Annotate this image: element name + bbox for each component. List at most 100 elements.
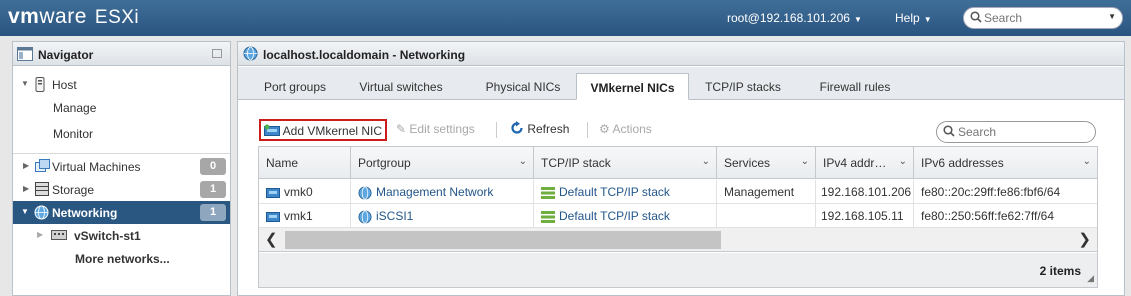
logo-ware-text: ware xyxy=(39,5,87,28)
column-label: Services xyxy=(724,156,771,170)
count-badge: 1 xyxy=(200,204,226,221)
column-header-services[interactable]: Services ⌄ xyxy=(717,147,816,179)
chevron-down-icon[interactable]: ▼ xyxy=(1108,12,1116,21)
tab-bar: Port groups Virtual switches Physical NI… xyxy=(238,67,1124,100)
nav-item-monitor[interactable]: Monitor xyxy=(13,122,230,145)
nav-item-label: Networking xyxy=(52,206,118,220)
chevron-down-icon[interactable]: ⌄ xyxy=(702,156,710,167)
column-label: IPv4 addr… xyxy=(823,156,887,170)
nav-item-more-networks[interactable]: More networks... xyxy=(13,247,230,270)
main-panel: localhost.localdomain - Networking Port … xyxy=(237,41,1125,296)
logo-vm-text: vm xyxy=(8,5,40,28)
nav-item-host[interactable]: ▼ Host xyxy=(13,73,230,96)
vmkernel-nics-table: Name Portgroup ⌄ TCP/IP stack ⌄ Services… xyxy=(258,146,1098,288)
tcpip-stack-link[interactable]: Default TCP/IP stack xyxy=(559,209,670,223)
ipv4-value: 192.168.105.11 xyxy=(821,209,904,223)
refresh-icon xyxy=(511,121,523,134)
expand-down-icon[interactable]: ▼ xyxy=(21,207,29,216)
scroll-right-icon[interactable]: ❯ xyxy=(1078,230,1091,248)
vmkernel-nic-icon xyxy=(266,211,280,222)
horizontal-scrollbar[interactable]: ❮ ❯ xyxy=(259,228,1097,252)
nic-name: vmk0 xyxy=(284,185,313,199)
navigator-header: Navigator xyxy=(13,42,230,66)
networking-icon xyxy=(34,205,49,220)
nav-item-label: Virtual Machines xyxy=(52,160,141,174)
add-vmkernel-nic-button[interactable]: Add VMkernel NIC xyxy=(259,119,388,141)
virtual-machines-icon xyxy=(35,159,50,172)
nav-item-label: Manage xyxy=(53,101,97,115)
expand-down-icon[interactable]: ▼ xyxy=(21,79,29,88)
column-label: IPv6 addresses xyxy=(921,156,1004,170)
expand-right-icon[interactable]: ▶ xyxy=(23,184,29,193)
global-search-input[interactable] xyxy=(984,10,1099,26)
nav-item-virtual-machines[interactable]: ▶ Virtual Machines 0 xyxy=(13,155,230,178)
edit-settings-button[interactable]: ✎ Edit settings xyxy=(396,119,475,141)
chevron-down-icon[interactable]: ⌄ xyxy=(1083,156,1091,167)
ipv4-value: 192.168.101.206 xyxy=(821,185,912,199)
refresh-button[interactable]: Refresh xyxy=(510,119,569,141)
table-row[interactable]: vmk1 iSCSI1 Default TCP/IP stack 192.168… xyxy=(259,204,1097,228)
tab-virtual-switches[interactable]: Virtual switches xyxy=(348,73,454,100)
main-header: localhost.localdomain - Networking xyxy=(238,42,1124,66)
chevron-down-icon[interactable]: ⌄ xyxy=(801,156,809,167)
cell-ipv4: 192.168.105.11 xyxy=(816,204,914,228)
resize-grip-icon[interactable]: ◢ xyxy=(1087,273,1094,284)
tab-vmkernel-nics[interactable]: VMkernel NICs xyxy=(576,73,689,100)
cell-tcpip-stack: Default TCP/IP stack xyxy=(534,180,717,204)
tab-port-groups[interactable]: Port groups xyxy=(246,73,344,100)
nav-item-storage[interactable]: ▶ Storage 1 xyxy=(13,178,230,201)
tcpip-stack-link[interactable]: Default TCP/IP stack xyxy=(559,185,670,199)
nav-item-label: More networks... xyxy=(75,252,170,266)
tab-firewall-rules[interactable]: Firewall rules xyxy=(805,73,905,100)
grid-search-input[interactable] xyxy=(958,124,1083,140)
column-label: Portgroup xyxy=(358,156,411,170)
nav-item-networking[interactable]: ▼ Networking 1 xyxy=(13,201,230,224)
user-label: root@192.168.101.206 xyxy=(727,11,850,25)
minimize-icon[interactable] xyxy=(212,49,222,58)
column-header-ipv6[interactable]: IPv6 addresses ⌄ xyxy=(914,147,1097,179)
cell-ipv6: fe80::250:56ff:fe62:7ff/64 xyxy=(914,204,1097,228)
divider xyxy=(496,122,497,138)
ipv6-value: fe80::20c:29ff:fe86:fbf6/64 xyxy=(921,185,1061,199)
expand-right-icon[interactable]: ▶ xyxy=(23,161,29,170)
cell-services: Management xyxy=(717,180,816,204)
actions-button[interactable]: ⚙ Actions xyxy=(599,119,652,141)
tab-physical-nics[interactable]: Physical NICs xyxy=(470,73,576,100)
expand-right-icon[interactable]: ▶ xyxy=(37,230,43,239)
count-badge: 0 xyxy=(200,158,226,175)
cell-ipv4: 192.168.101.206 xyxy=(816,180,914,204)
divider xyxy=(587,122,588,138)
chevron-down-icon[interactable]: ⌄ xyxy=(519,156,527,167)
portgroup-link[interactable]: Management Network xyxy=(376,185,493,199)
global-search[interactable]: ▼ xyxy=(963,7,1123,29)
chevron-down-icon: ▼ xyxy=(853,15,862,24)
portgroup-link[interactable]: iSCSI1 xyxy=(376,209,413,223)
column-header-ipv4[interactable]: IPv4 addr… ⌄ xyxy=(816,147,914,179)
column-label: Name xyxy=(266,156,299,170)
cell-portgroup: Management Network xyxy=(351,180,534,204)
grid-search[interactable] xyxy=(936,121,1096,143)
vmkernel-nic-icon xyxy=(266,187,280,198)
user-menu[interactable]: root@192.168.101.206 ▼ xyxy=(727,11,862,25)
cell-name: vmk0 xyxy=(259,180,351,204)
nav-item-vswitch[interactable]: ▶ vSwitch-st1 xyxy=(13,224,230,247)
scroll-left-icon[interactable]: ❮ xyxy=(265,230,278,248)
search-icon xyxy=(970,11,982,23)
tcpip-stack-icon xyxy=(541,186,555,199)
column-header-name[interactable]: Name xyxy=(259,147,351,179)
pencil-icon: ✎ xyxy=(396,122,407,136)
column-header-portgroup[interactable]: Portgroup ⌄ xyxy=(351,147,534,179)
nav-item-manage[interactable]: Manage xyxy=(13,96,230,119)
page-title: localhost.localdomain - Networking xyxy=(263,48,466,62)
chevron-down-icon[interactable]: ⌄ xyxy=(899,156,907,167)
actions-label: Actions xyxy=(612,122,652,136)
scrollbar-thumb[interactable] xyxy=(285,231,721,249)
column-header-tcpip-stack[interactable]: TCP/IP stack ⌄ xyxy=(534,147,717,179)
nav-item-label: Host xyxy=(52,78,77,92)
navigator-panel: Navigator ▼ Host Manage Monitor ▶ Virtua… xyxy=(12,41,231,296)
top-bar: vmwareESXi root@192.168.101.206▼ Help▼ ▼ xyxy=(0,0,1131,36)
column-label: TCP/IP stack xyxy=(541,156,611,170)
tab-tcpip-stacks[interactable]: TCP/IP stacks xyxy=(693,73,793,100)
table-row[interactable]: vmk0 Management Network Default TCP/IP s… xyxy=(259,180,1097,204)
help-menu[interactable]: Help ▼ xyxy=(895,11,932,25)
